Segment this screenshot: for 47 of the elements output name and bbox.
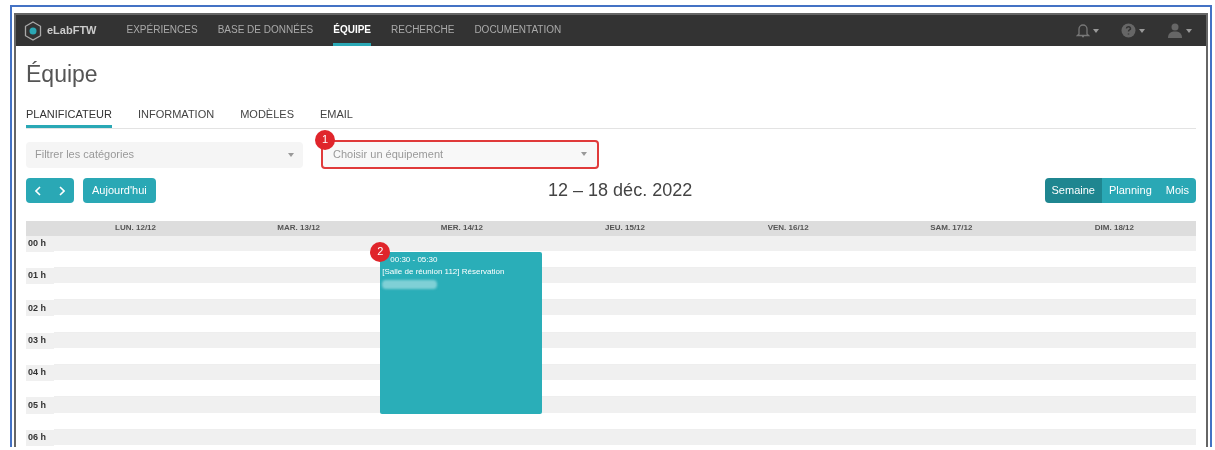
event-time: 00:30 - 05:30: [389, 253, 439, 266]
page-title: Équipe: [26, 60, 99, 88]
tab[interactable]: EMAIL: [319, 106, 353, 128]
caret-icon: [581, 152, 587, 156]
day-header: DIM. 18/12: [1094, 222, 1134, 234]
caret-icon: [1139, 28, 1145, 33]
user-icon[interactable]: [1167, 23, 1183, 38]
day-header: JEU. 15/12: [604, 222, 645, 234]
day-header: VEN. 16/12: [767, 222, 809, 234]
nav-link[interactable]: ÉQUIPE: [333, 15, 372, 46]
hour-label: 04 h: [28, 366, 46, 380]
hour-label: 02 h: [28, 301, 46, 315]
hour-label: 01 h: [28, 269, 46, 283]
hour-label: 06 h: [28, 431, 46, 445]
hour-label: 05 h: [28, 398, 46, 412]
view-button[interactable]: Semaine: [1044, 178, 1102, 203]
previous-button[interactable]: [26, 178, 50, 203]
blurred-text-placeholder: [382, 279, 438, 289]
hexagon-logo-icon: [24, 20, 42, 41]
brand-name[interactable]: eLabFTW: [47, 22, 97, 39]
day-header: MAR. 13/12: [277, 222, 321, 234]
bell-icon[interactable]: [1076, 23, 1090, 38]
tab[interactable]: PLANIFICATEUR: [26, 106, 112, 128]
date-range: 12 – 18 déc. 2022: [548, 179, 693, 202]
hour-label: 03 h: [28, 334, 46, 347]
annotation-badge: 1: [315, 129, 335, 150]
next-button[interactable]: [50, 178, 74, 203]
event-title: [Salle de réunion 112] Réservation: [382, 265, 506, 278]
day-header: LUN. 12/12: [115, 222, 156, 234]
tab[interactable]: INFORMATION: [138, 106, 215, 128]
caret-icon: [288, 152, 294, 157]
caret-icon: [1093, 28, 1099, 33]
nav-link[interactable]: BASE DE DONNÉES: [217, 15, 314, 46]
nav-link[interactable]: EXPÉRIENCES: [126, 15, 198, 46]
tab[interactable]: MODÈLES: [240, 106, 294, 128]
chevron-left-icon: [35, 185, 41, 196]
nav-link[interactable]: DOCUMENTATION: [474, 15, 562, 46]
view-button[interactable]: Mois: [1158, 178, 1196, 203]
caret-icon: [1186, 28, 1192, 33]
nav-link[interactable]: RECHERCHE: [391, 15, 455, 46]
chevron-right-icon: [59, 185, 65, 196]
help-icon[interactable]: [1121, 23, 1136, 38]
day-header: SAM. 17/12: [930, 222, 973, 234]
hour-label: 00 h: [28, 236, 46, 250]
view-button[interactable]: Planning: [1101, 178, 1159, 203]
today-button[interactable]: Aujourd'hui: [83, 178, 156, 203]
day-header: MER. 14/12: [440, 222, 483, 234]
